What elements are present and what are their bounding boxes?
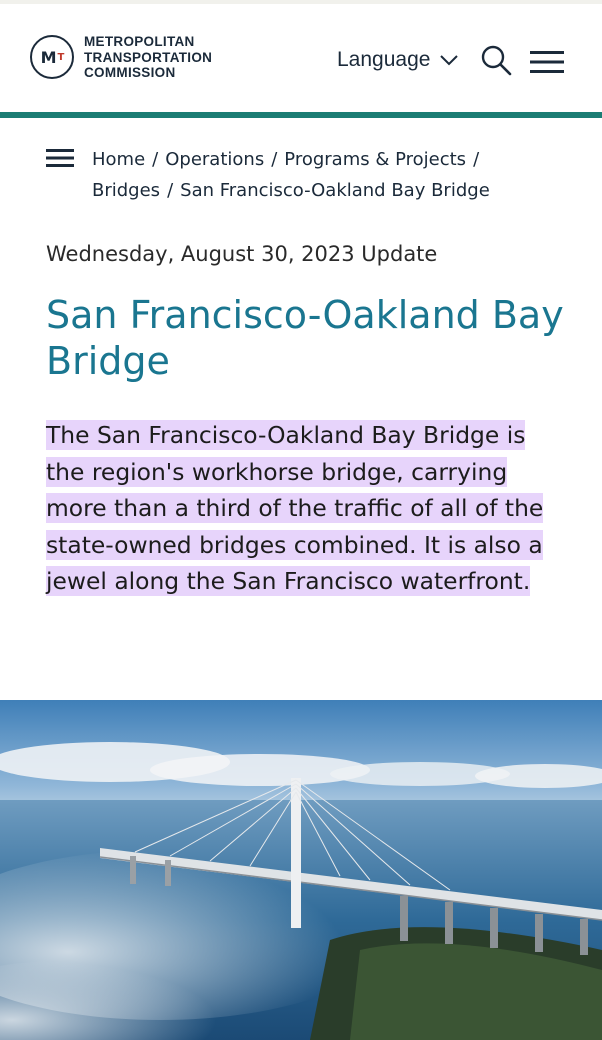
breadcrumb-separator: /: [152, 149, 159, 170]
page-title: San Francisco-Oakland Bay Bridge: [46, 293, 564, 383]
logo-wordmark: METROPOLITAN TRANSPORTATION COMMISSION: [84, 34, 212, 81]
language-selector[interactable]: Language: [337, 48, 459, 72]
bay-bridge-hero-image: [0, 700, 602, 1040]
site-header: MT METROPOLITAN TRANSPORTATION COMMISSIO…: [0, 4, 602, 112]
bay-bridge-illustration: [0, 700, 602, 1040]
breadcrumb-operations[interactable]: Operations: [165, 149, 264, 170]
breadcrumb-programs-projects[interactable]: Programs & Projects: [284, 149, 466, 170]
breadcrumb-bay-bridge[interactable]: San Francisco-Oakland Bay Bridge: [180, 180, 490, 201]
logo-line-3: COMMISSION: [84, 65, 176, 80]
breadcrumb-bridges[interactable]: Bridges: [92, 180, 160, 201]
breadcrumb-separator: /: [167, 180, 174, 201]
logo-mark: MT: [30, 35, 74, 80]
header-accent-bar: [0, 112, 602, 118]
logo-mark-accent: T: [57, 51, 65, 63]
update-date: Wednesday, August 30, 2023 Update: [46, 242, 438, 266]
language-label: Language: [337, 48, 431, 71]
intro-text: The San Francisco-Oakland Bay Bridge is …: [46, 420, 544, 597]
breadcrumb: Home / Operations / Programs & Projects / Brid…: [92, 144, 562, 206]
logo-line-1: METROPOLITAN: [84, 34, 195, 49]
logo-mark-letter: M: [40, 47, 57, 67]
intro-paragraph: The San Francisco-Oakland Bay Bridge is …: [46, 417, 566, 600]
breadcrumb-separator: /: [271, 149, 278, 170]
logo-line-2: TRANSPORTATION: [84, 49, 213, 65]
search-icon[interactable]: [480, 44, 512, 76]
breadcrumb-separator: /: [473, 149, 480, 170]
mtc-logo[interactable]: MT METROPOLITAN TRANSPORTATION COMMISSIO…: [30, 34, 212, 81]
breadcrumb-home[interactable]: Home: [92, 149, 145, 170]
hamburger-menu-icon[interactable]: [530, 50, 564, 74]
chevron-down-icon: [440, 55, 459, 66]
breadcrumb-menu-icon[interactable]: [46, 148, 74, 168]
